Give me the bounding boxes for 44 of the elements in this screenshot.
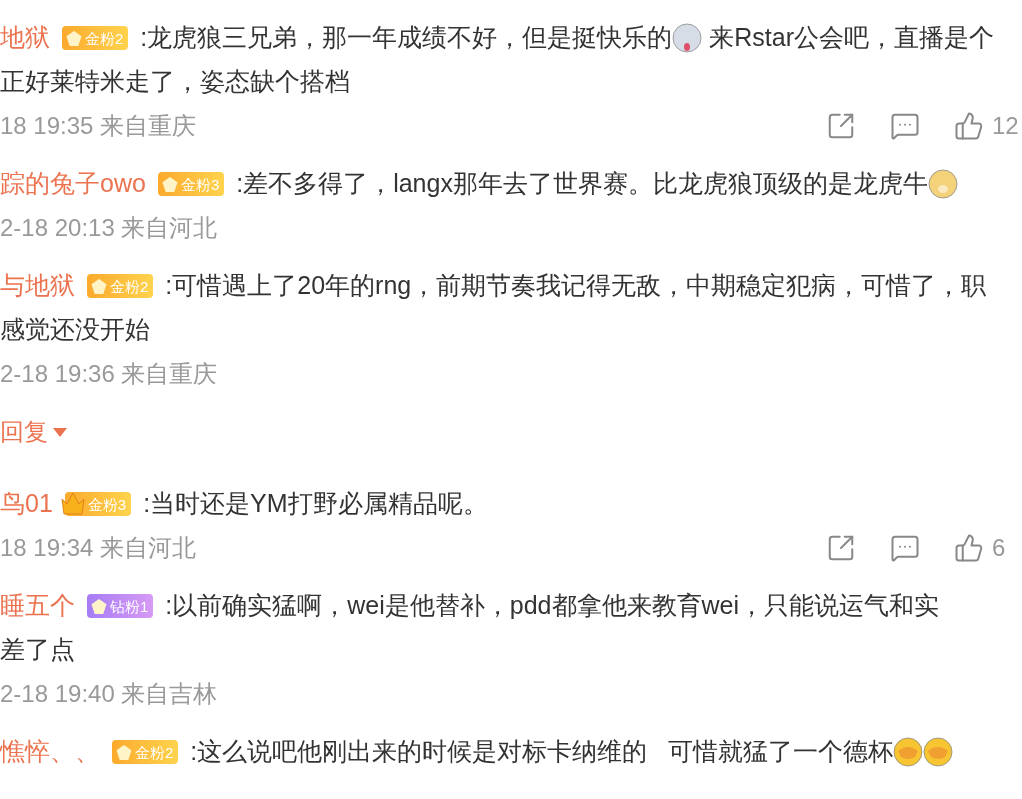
comment-text: :差不多得了，langx那年去了世界赛。比龙虎狼顶级的是龙虎牛 — [236, 168, 928, 200]
user-name[interactable]: 憔悴、、 — [0, 733, 100, 771]
emoji-icon — [672, 23, 703, 53]
like-count: 12 — [992, 111, 1020, 141]
gem-icon — [91, 598, 107, 614]
comment-meta: 2-18 20:13 来自河北 — [0, 213, 218, 243]
fan-badge: 金粉2 — [112, 740, 179, 764]
user-name[interactable]: 与地狱 — [0, 267, 75, 305]
like-count: 6 — [992, 533, 1007, 563]
gem-icon — [116, 744, 132, 760]
comment-icon[interactable] — [890, 111, 920, 141]
comment-text: 差了点 — [0, 634, 75, 666]
comment-meta: 2-18 19:40 来自吉林 — [0, 679, 218, 709]
comment-text: :这么说吧他刚出来的时候是对标卡纳维的 可惜就猛了一个德杯 — [190, 736, 894, 768]
reply-toggle[interactable]: 回复 — [0, 414, 68, 450]
fan-badge: 金粉2 — [87, 274, 154, 298]
comment-text: :可惜遇上了20年的rng，前期节奏我记得无敌，中期稳定犯病，可惜了，职 — [165, 270, 987, 302]
emoji-icon — [923, 737, 954, 767]
comment-meta: 18 19:35 来自重庆 — [0, 111, 197, 141]
like-icon[interactable] — [954, 533, 984, 563]
comment-text: :以前确实猛啊，wei是他替补，pdd都拿他来教育wei，只能说运气和实 — [165, 590, 940, 622]
emoji-icon — [893, 737, 924, 767]
comment-icon[interactable] — [890, 533, 920, 563]
comment-text: :龙虎狼三兄弟，那一年成绩不好，但是挺快乐的 — [140, 22, 673, 54]
emoji-icon — [927, 169, 958, 199]
like-icon[interactable] — [954, 111, 984, 141]
user-name[interactable]: 踪的兔子owo — [0, 165, 146, 203]
comment-text: 正好莱特米走了，姿态缺个搭档 — [0, 66, 350, 98]
user-name[interactable]: 地狱 — [0, 19, 50, 57]
gem-icon — [161, 176, 178, 192]
user-name[interactable]: 鸟01 — [0, 485, 53, 523]
fan-badge: 钻粉1 — [87, 594, 154, 618]
share-icon[interactable] — [826, 533, 856, 563]
share-icon[interactable] — [826, 111, 856, 141]
comment-text: :当时还是YM打野必属精品呢。 — [143, 488, 488, 520]
gem-icon — [91, 278, 107, 294]
gem-icon — [66, 30, 82, 46]
user-name[interactable]: 睡五个 — [0, 587, 75, 625]
comment-text: 感觉还没开始 — [0, 314, 150, 346]
fan-badge: 金粉3 — [157, 172, 225, 196]
fan-badge: 金粉2 — [62, 26, 129, 50]
comment-meta: 18 19:34 来自河北 — [0, 533, 197, 563]
comment-meta: 2-18 19:36 来自重庆 — [0, 359, 218, 389]
comment-text: 来Rstar公会吧，直播是个 — [708, 22, 994, 54]
